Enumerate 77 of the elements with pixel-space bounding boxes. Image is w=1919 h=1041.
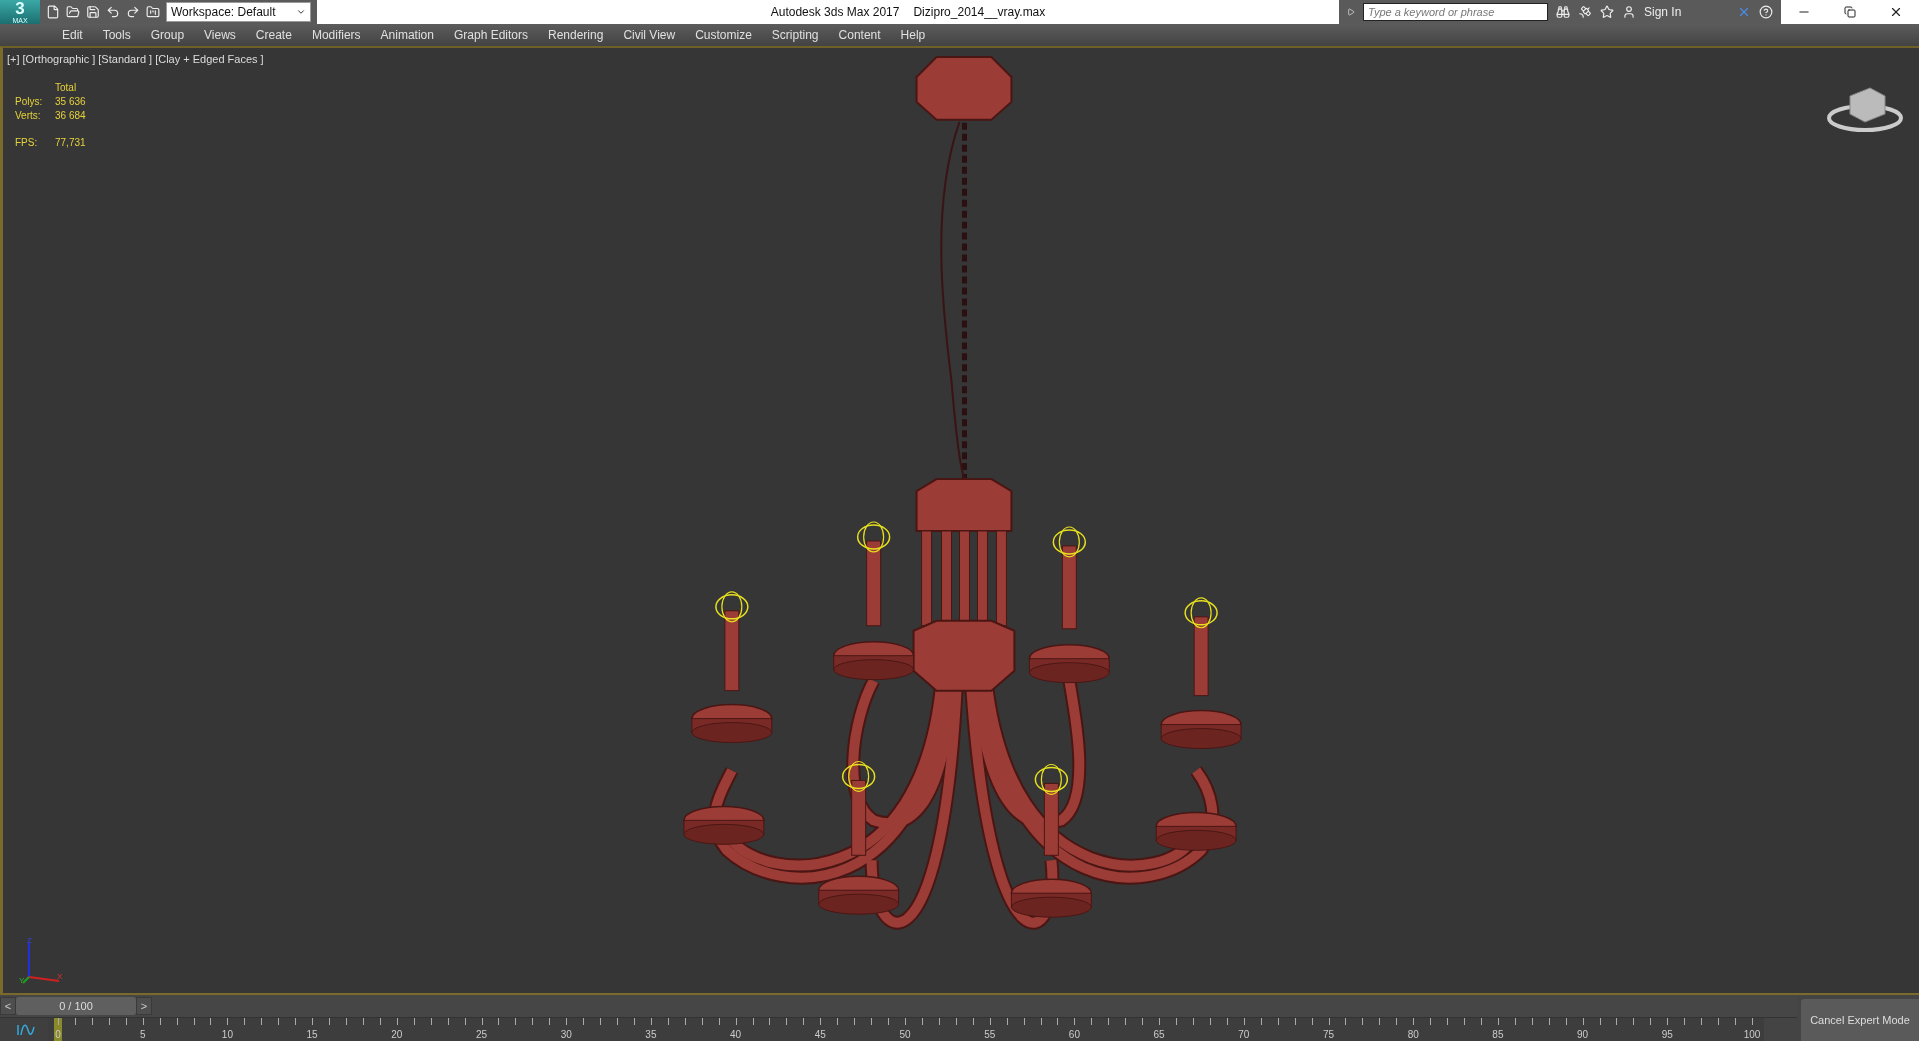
menu-item[interactable]: Civil View — [613, 28, 686, 42]
viewport-label[interactable]: [Clay + Edged Faces ] — [155, 53, 264, 65]
menu-item[interactable]: Create — [245, 28, 302, 42]
axis-label: Z — [27, 936, 32, 945]
frame-number: 35 — [645, 1029, 657, 1040]
viewport-label[interactable]: [Standard ] — [98, 53, 153, 65]
menu-item[interactable]: Tools — [92, 28, 141, 42]
menu-item[interactable]: Views — [194, 28, 246, 42]
undo-icon[interactable] — [106, 5, 120, 19]
user-icon[interactable] — [1622, 5, 1636, 19]
frame-number: 85 — [1492, 1029, 1504, 1040]
stat-label: Polys: — [15, 96, 44, 107]
menu-item[interactable]: Edit — [52, 28, 93, 42]
binoculars-icon[interactable] — [1556, 5, 1570, 19]
frame-number: 50 — [899, 1029, 911, 1040]
frame-number: 60 — [1068, 1029, 1080, 1040]
frame-number: 70 — [1238, 1029, 1250, 1040]
menu-item[interactable]: Content — [828, 28, 891, 42]
frame-number: 25 — [475, 1029, 488, 1040]
menu-item[interactable]: Help — [890, 28, 936, 42]
frame-number: 20 — [391, 1029, 403, 1040]
menu-item[interactable]: Animation — [370, 28, 444, 42]
previous-frame-button[interactable]: < — [0, 997, 16, 1015]
stat-label: FPS: — [15, 137, 39, 148]
menu-item[interactable]: Rendering — [538, 28, 614, 42]
menu-item[interactable]: Graph Editors — [443, 28, 538, 42]
frame-number: 80 — [1407, 1029, 1419, 1040]
menu-item[interactable]: Group — [140, 28, 195, 42]
viewport-label[interactable]: [Orthographic ] — [22, 53, 96, 65]
help-icon[interactable] — [1759, 5, 1773, 19]
menu-item[interactable]: Scripting — [761, 28, 829, 42]
frame-number: 90 — [1577, 1029, 1589, 1040]
restore-icon[interactable] — [1844, 6, 1856, 18]
stat-value: 35 636 — [55, 96, 87, 107]
star-icon[interactable] — [1600, 5, 1614, 19]
stat-value: 77,731 — [55, 137, 87, 148]
save-icon[interactable] — [86, 5, 100, 19]
workspace-dropdown[interactable]: Workspace: Default — [166, 2, 311, 22]
frame-number: 5 — [139, 1029, 146, 1040]
close-icon[interactable] — [1889, 5, 1903, 19]
menu-item[interactable]: Customize — [685, 28, 762, 42]
frame-number: 75 — [1322, 1029, 1335, 1040]
file-name: Dizipro_2014__vray.max — [913, 5, 1046, 19]
stat-value: 36 684 — [55, 110, 87, 121]
frame-number: 10 — [221, 1029, 233, 1040]
stat-label: Verts: — [15, 110, 42, 121]
curve-editor-icon[interactable] — [17, 1022, 35, 1037]
frame-number: 40 — [730, 1029, 742, 1040]
frame-number: 100 — [1743, 1029, 1761, 1040]
open-folder-icon[interactable] — [66, 5, 80, 19]
time-slider-thumb[interactable]: < 0 / 100 > — [0, 997, 152, 1015]
frame-number: 55 — [984, 1029, 996, 1040]
viewport[interactable]: [+] [Orthographic ] [Standard ] [Clay + Edged Faces ] Total Polys: 35 636 Verts: 36 684 FPS: 77,731 Z Y X — [0, 46, 1919, 995]
axis-gizmo-drawing — [22, 942, 60, 984]
cancel-expert-mode-button[interactable]: Cancel Expert Mode — [1801, 999, 1919, 1041]
frame-number: 65 — [1153, 1029, 1165, 1040]
redo-icon[interactable] — [126, 5, 140, 19]
new-file-icon[interactable] — [46, 5, 60, 19]
sign-in-link[interactable]: Sign In — [1644, 5, 1729, 19]
stats-header: Total — [55, 82, 78, 93]
app-title: Autodesk 3ds Max 2017 — [770, 5, 900, 19]
menu-item[interactable]: Modifiers — [301, 28, 371, 42]
expand-icon[interactable] — [1347, 8, 1355, 16]
frame-number: 15 — [306, 1029, 318, 1040]
axis-label: Y — [19, 976, 25, 985]
frame-counter: 0 / 100 — [16, 997, 136, 1015]
satellite-icon[interactable] — [1578, 5, 1592, 19]
frame-number: 0 — [55, 1029, 61, 1040]
axis-label: X — [57, 972, 63, 981]
caret-icon — [296, 7, 306, 17]
frame-number: 95 — [1661, 1029, 1673, 1040]
search-field[interactable]: Type a keyword or phrase — [1363, 3, 1548, 21]
project-folder-icon[interactable] — [146, 5, 160, 19]
next-frame-button[interactable]: > — [136, 997, 152, 1015]
frame-number: 45 — [814, 1029, 826, 1040]
viewport-label[interactable]: [+] — [7, 53, 20, 65]
frame-number: 30 — [560, 1029, 572, 1040]
